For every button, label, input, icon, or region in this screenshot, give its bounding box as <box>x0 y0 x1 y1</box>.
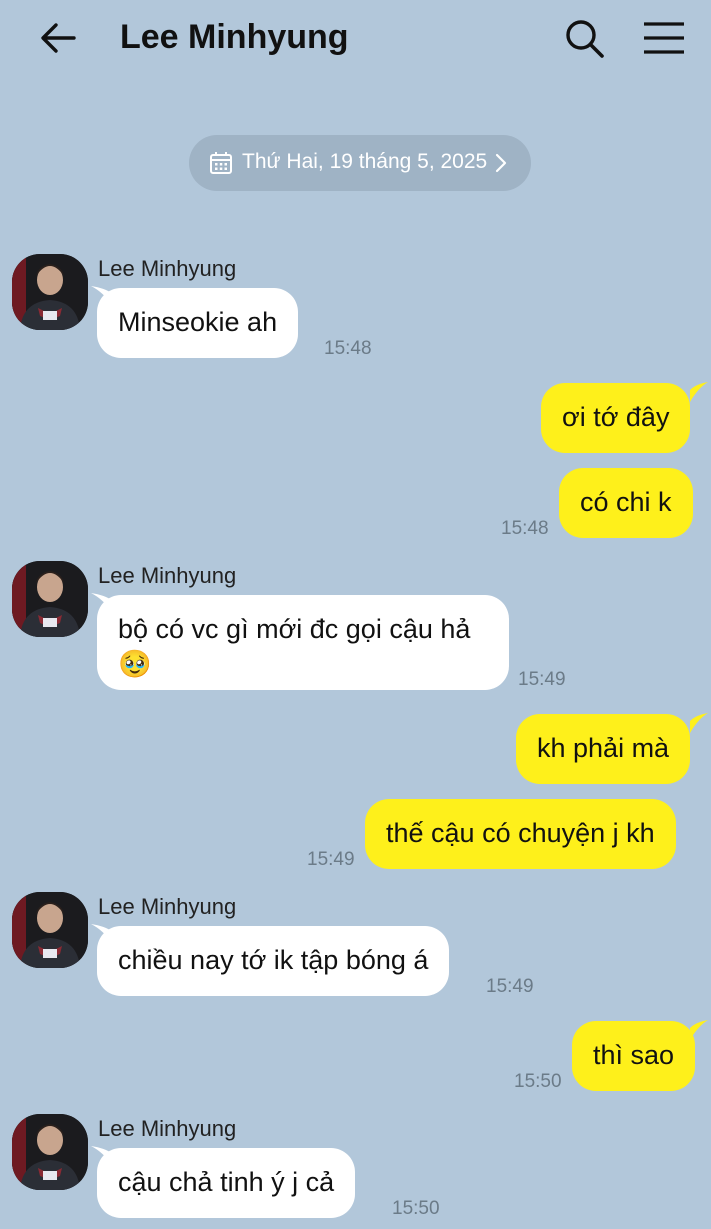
message-time: 15:49 <box>307 849 355 870</box>
sender-name: Lee Minhyung <box>98 1116 237 1141</box>
message-time: 15:48 <box>501 518 549 539</box>
message-bubble-incoming[interactable]: chiều nay tớ ik tập bóng á <box>97 926 450 996</box>
arrow-left-icon[interactable] <box>36 16 82 62</box>
message-bubble-incoming[interactable]: cậu chả tinh ý j cả <box>97 1148 356 1218</box>
avatar[interactable] <box>12 561 88 637</box>
message-bubble-outgoing[interactable]: có chi k <box>559 468 693 538</box>
message-time: 15:50 <box>514 1071 562 1092</box>
message-bubble-outgoing[interactable]: kh phải mà <box>516 714 691 784</box>
message-time: 15:50 <box>392 1198 440 1219</box>
message-time: 15:48 <box>324 338 372 359</box>
bubble-tail <box>690 382 708 402</box>
calendar-icon <box>210 152 232 174</box>
search-icon[interactable] <box>562 16 608 62</box>
hamburger-menu-icon[interactable] <box>640 16 688 62</box>
message-bubble-incoming[interactable]: Minseokie ah <box>97 288 299 358</box>
date-label: Thứ Hai, 19 tháng 5, 2025 <box>242 150 488 173</box>
avatar[interactable] <box>12 1114 88 1190</box>
message-time: 15:49 <box>486 976 534 997</box>
sender-name: Lee Minhyung <box>98 894 237 919</box>
avatar[interactable] <box>12 254 88 330</box>
message-bubble-incoming[interactable]: bộ có vc gì mới đc gọi cậu hả 🥹 <box>97 595 509 690</box>
chevron-right-icon <box>495 153 507 173</box>
message-time: 15:49 <box>518 669 566 690</box>
message-bubble-outgoing[interactable]: ơi tớ đây <box>541 383 691 453</box>
message-bubble-outgoing[interactable]: thế cậu có chuyện j kh <box>365 799 676 869</box>
bubble-tail <box>690 713 708 733</box>
avatar[interactable] <box>12 892 88 968</box>
chat-title: Lee Minhyung <box>120 18 349 56</box>
message-bubble-outgoing[interactable]: thì sao <box>572 1021 696 1091</box>
sender-name: Lee Minhyung <box>98 256 237 281</box>
date-divider[interactable]: Thứ Hai, 19 tháng 5, 2025 <box>189 135 531 191</box>
sender-name: Lee Minhyung <box>98 563 237 588</box>
chat-header: Lee Minhyung <box>0 0 711 80</box>
